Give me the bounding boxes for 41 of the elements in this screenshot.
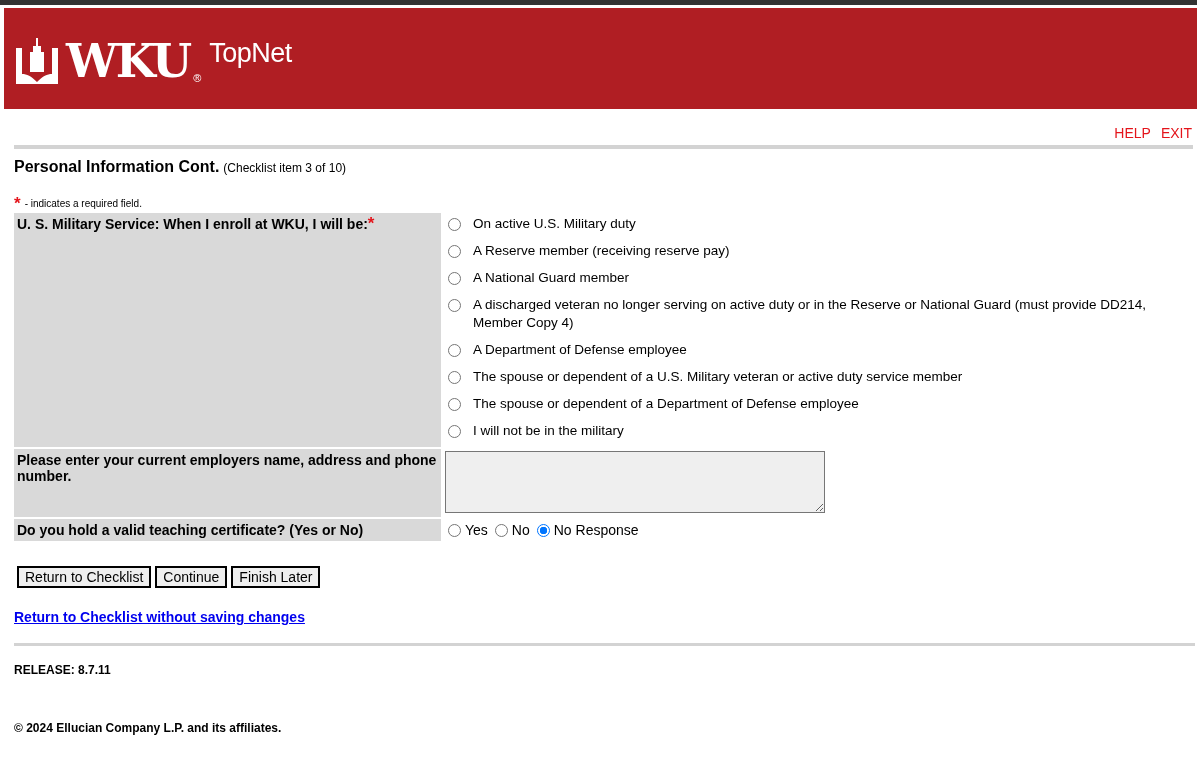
option-label: A discharged veteran no longer serving on active duty or in the Reserve or National Guard (must provide DD214, Member Copy 4) <box>473 296 1148 332</box>
form-label: Do you hold a valid teaching certificate? (Yes or No) <box>14 519 441 541</box>
radio-button[interactable] <box>448 299 461 312</box>
required-note: - indicates a required field. <box>24 198 142 209</box>
radio-button[interactable] <box>448 398 461 411</box>
employer-field[interactable] <box>445 451 825 513</box>
radio-button[interactable] <box>536 523 550 537</box>
option-label: A Reserve member (receiving reserve pay) <box>473 242 730 260</box>
brand-logo-text: WKU <box>66 37 191 84</box>
radio-button[interactable] <box>448 523 461 537</box>
copyright-text: © 2024 Ellucian Company L.P. and its affiliates. <box>14 721 283 735</box>
option-label: A National Guard member <box>473 269 630 287</box>
radio-button[interactable] <box>448 218 461 231</box>
option-label: No <box>511 522 530 538</box>
radio-button[interactable] <box>448 425 461 438</box>
option-label: The spouse or dependent of a Department of Defense employee <box>473 395 859 413</box>
header-link[interactable]: HELP <box>1114 125 1151 145</box>
option-label: No Response <box>553 522 639 538</box>
form-button[interactable]: Finish Later <box>231 566 321 588</box>
registered-mark: ® <box>193 71 202 84</box>
option-label: Yes <box>465 522 488 538</box>
option-label: I will not be in the military <box>473 422 624 440</box>
form-label: U. S. Military Service: When I enroll at WKU, I will be:* <box>14 213 441 447</box>
radio-button[interactable] <box>448 245 461 258</box>
header-link[interactable]: EXIT <box>1160 125 1192 145</box>
option-label: On active U.S. Military duty <box>473 215 636 233</box>
radio-button[interactable] <box>494 523 508 537</box>
return-link[interactable]: Return to Checklist without saving changes <box>14 609 305 625</box>
form-button[interactable]: Return to Checklist <box>17 566 152 588</box>
radio-button[interactable] <box>448 344 461 357</box>
radio-button[interactable] <box>448 272 461 285</box>
option-label: The spouse or dependent of a U.S. Military veteran or active duty service member <box>473 368 963 386</box>
product-name: TopNet <box>209 38 292 69</box>
form-button[interactable]: Continue <box>155 566 228 588</box>
release-text: RELEASE: 8.7.11 <box>14 663 112 677</box>
required-mark: * <box>14 198 21 209</box>
page-title: Personal Information Cont. <box>14 158 220 176</box>
page-subtitle: (Checklist item 3 of 10) <box>223 161 347 175</box>
radio-button[interactable] <box>448 371 461 384</box>
form-label: Please enter your current employers name, address and phone number. <box>14 449 441 517</box>
option-label: A Department of Defense employee <box>473 341 687 359</box>
